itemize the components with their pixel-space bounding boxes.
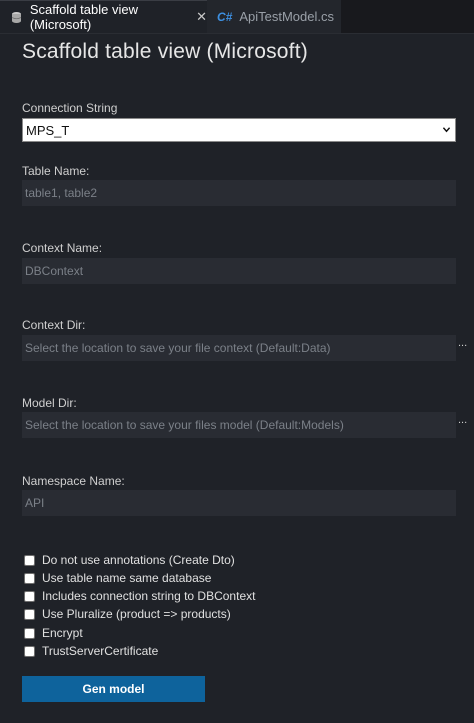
- context-dir-input[interactable]: Select the location to save your file co…: [22, 335, 456, 361]
- connection-string-label: Connection String: [22, 101, 118, 115]
- option-label: Includes connection string to DBContext: [42, 589, 256, 603]
- context-name-placeholder: DBContext: [25, 264, 84, 278]
- context-dir-placeholder: Select the location to save your file co…: [25, 341, 331, 355]
- context-name-label: Context Name:: [22, 241, 103, 255]
- model-dir-input[interactable]: Select the location to save your files m…: [22, 412, 456, 438]
- option-label: Use Pluralize (product => products): [42, 607, 231, 621]
- tab-scaffold-table-view[interactable]: Scaffold table view (Microsoft) ✕: [0, 0, 207, 33]
- option-use-pluralize[interactable]: Use Pluralize (product => products): [24, 607, 231, 621]
- checkbox[interactable]: [24, 554, 35, 566]
- gen-model-button[interactable]: Gen model: [22, 676, 205, 702]
- checkbox[interactable]: [24, 608, 35, 620]
- option-no-annotations[interactable]: Do not use annotations (Create Dto): [24, 553, 235, 567]
- option-label: TrustServerCertificate: [42, 644, 159, 658]
- database-icon: [10, 11, 22, 24]
- close-icon[interactable]: ✕: [196, 9, 207, 25]
- option-table-name-same-database[interactable]: Use table name same database: [24, 571, 211, 585]
- connection-string-select[interactable]: MPS_T: [22, 118, 456, 142]
- tab-apitestmodel[interactable]: C# ApiTestModel.cs: [207, 0, 341, 33]
- namespace-name-placeholder: API: [25, 496, 45, 510]
- option-label: Do not use annotations (Create Dto): [42, 553, 235, 567]
- option-trust-server-certificate[interactable]: TrustServerCertificate: [24, 644, 158, 658]
- csharp-file-icon: C#: [217, 9, 233, 24]
- namespace-name-label: Namespace Name:: [22, 474, 125, 488]
- context-name-input[interactable]: DBContext: [22, 258, 456, 284]
- chevron-down-icon: [443, 127, 450, 133]
- context-dir-label: Context Dir:: [22, 318, 86, 332]
- context-dir-browse-button[interactable]: ...: [458, 337, 467, 349]
- table-name-label: Table Name:: [22, 164, 90, 178]
- namespace-name-input[interactable]: API: [22, 490, 456, 516]
- connection-string-value: MPS_T: [26, 122, 70, 138]
- tab-bar: Scaffold table view (Microsoft) ✕ C# Api…: [0, 0, 474, 34]
- table-name-input[interactable]: table1, table2: [22, 180, 456, 206]
- option-label: Use table name same database: [42, 571, 212, 585]
- model-dir-browse-button[interactable]: ...: [458, 414, 467, 426]
- option-label: Encrypt: [42, 626, 83, 640]
- option-include-connection-string[interactable]: Includes connection string to DBContext: [24, 589, 255, 603]
- tab-label: Scaffold table view (Microsoft): [29, 2, 138, 32]
- checkbox[interactable]: [24, 645, 35, 657]
- checkbox[interactable]: [24, 572, 35, 584]
- checkbox[interactable]: [24, 590, 35, 602]
- model-dir-placeholder: Select the location to save your files m…: [25, 418, 344, 432]
- page-title: Scaffold table view (Microsoft): [22, 40, 308, 63]
- tab-label: ApiTestModel.cs: [239, 9, 334, 24]
- model-dir-label: Model Dir:: [22, 396, 77, 410]
- option-encrypt[interactable]: Encrypt: [24, 626, 83, 640]
- table-name-placeholder: table1, table2: [25, 186, 98, 200]
- checkbox[interactable]: [24, 627, 35, 639]
